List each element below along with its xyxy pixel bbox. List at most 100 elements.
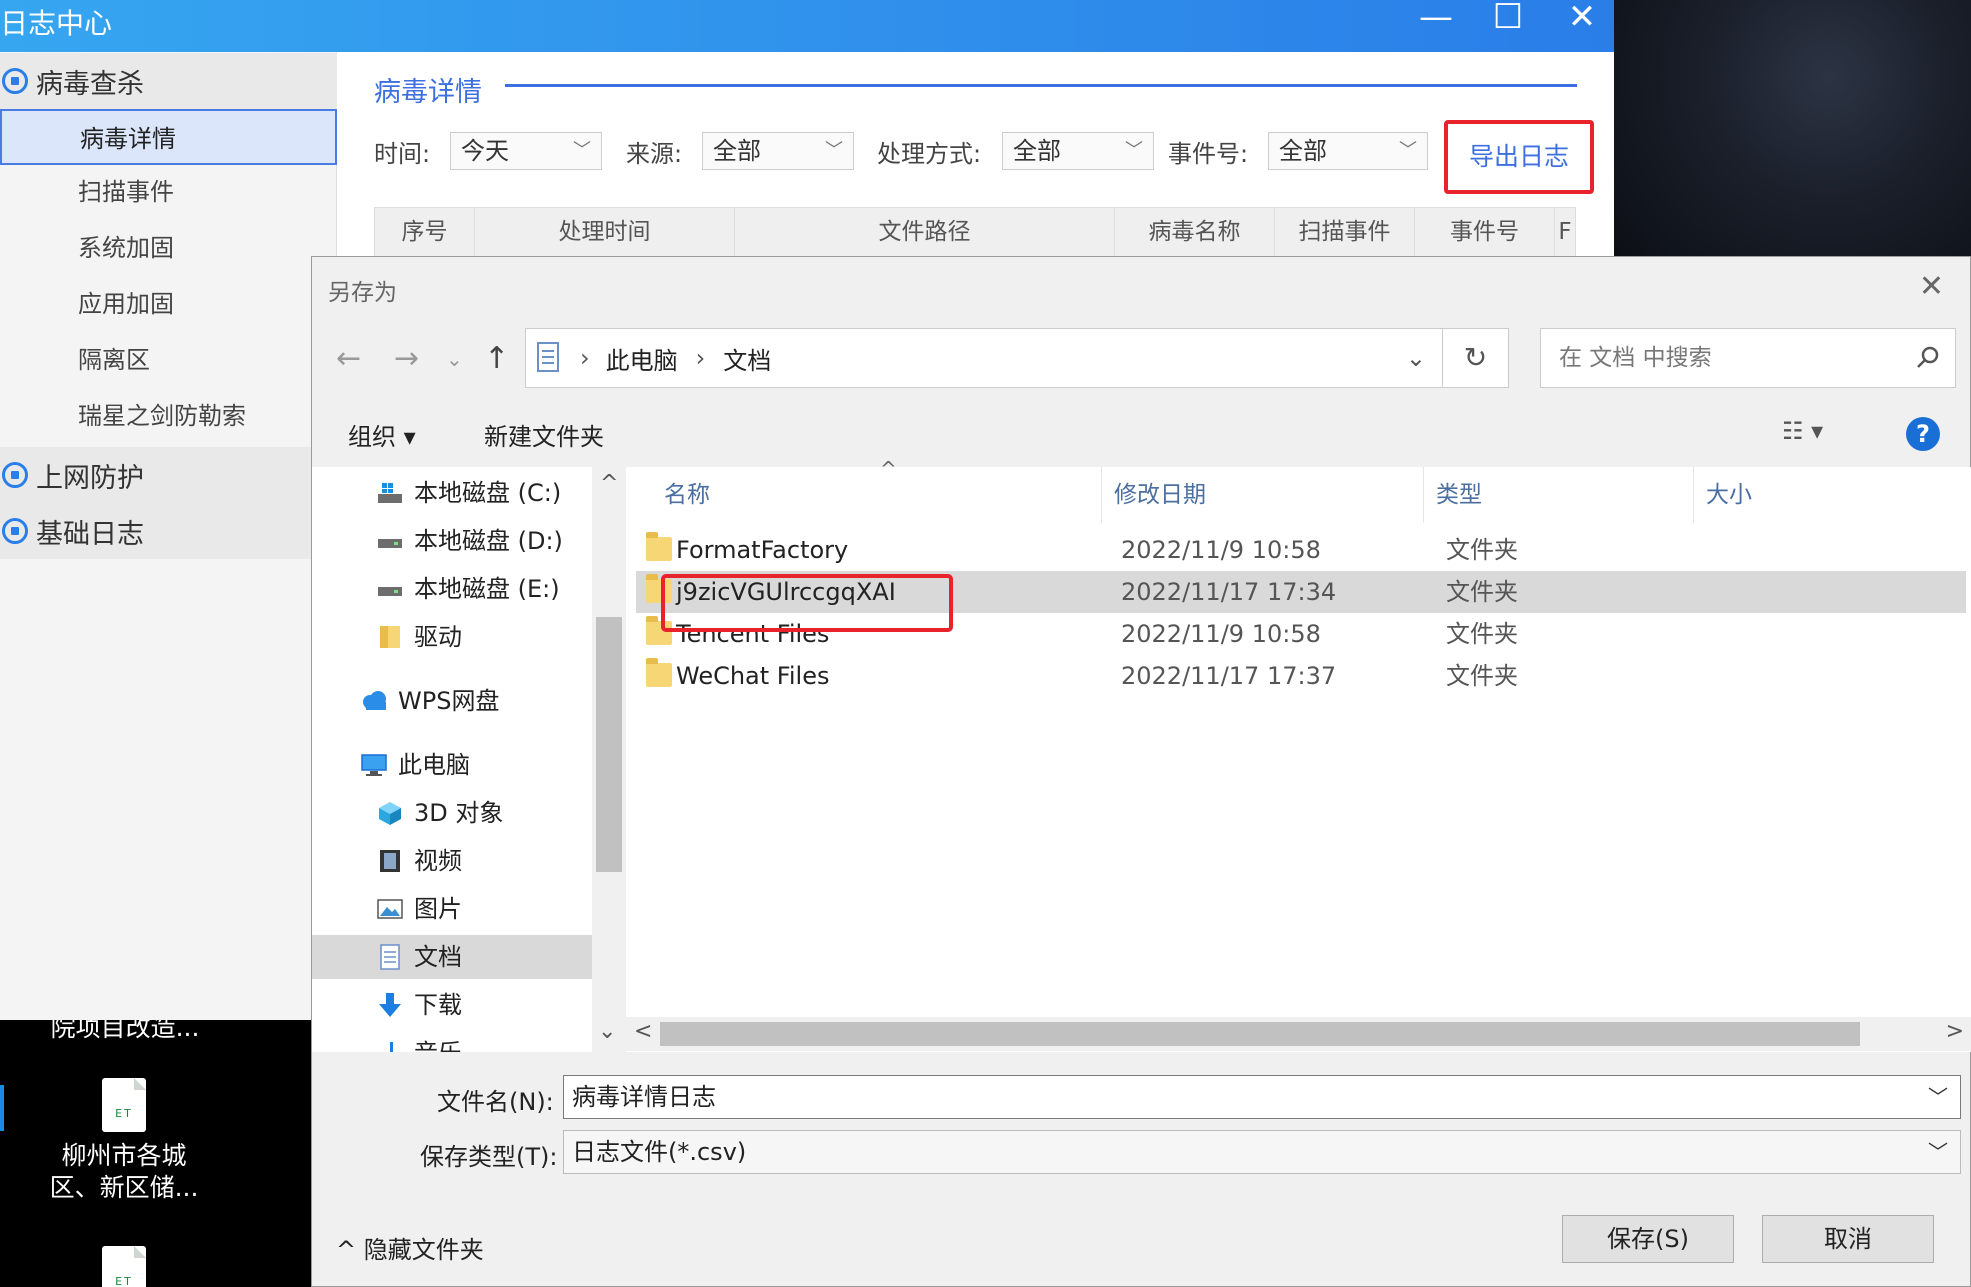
sidebar-item-virus-details[interactable]: 病毒详情 xyxy=(0,109,337,165)
tree-item-documents[interactable]: 文档 xyxy=(312,935,592,979)
sidebar-item-quarantine[interactable]: 隔离区 xyxy=(0,332,337,388)
desktop-icon-spreadsheet[interactable]: ET 柳州市各城 区、新区储... xyxy=(34,1078,214,1204)
spreadsheet-file-icon: ET xyxy=(102,1246,146,1287)
navigation-scrollbar[interactable]: ^ ⌄ xyxy=(592,467,624,1052)
column-header-event-id[interactable]: 事件号 xyxy=(1415,208,1555,256)
sidebar-group-label: 上网防护 xyxy=(36,462,144,494)
sidebar-item-system-hardening[interactable]: 系统加固 xyxy=(0,220,337,276)
tree-item-label: 文档 xyxy=(414,943,462,971)
save-button[interactable]: 保存(S) xyxy=(1562,1215,1734,1263)
column-header-name[interactable]: 名称 xyxy=(626,467,1102,523)
drive-c-icon xyxy=(378,483,402,503)
cancel-button[interactable]: 取消 xyxy=(1762,1215,1934,1263)
column-header-index[interactable]: 序号 xyxy=(375,208,475,256)
new-folder-button[interactable]: 新建文件夹 xyxy=(484,417,604,452)
video-icon xyxy=(380,850,400,872)
tree-item-this-pc[interactable]: 此电脑 xyxy=(312,743,592,787)
maximize-button[interactable]: ☐ xyxy=(1476,0,1540,34)
tree-item-label: 本地磁盘 (E:) xyxy=(414,575,560,603)
sidebar-group-web-protection[interactable]: 上网防护 xyxy=(0,447,337,503)
highlight-box xyxy=(661,574,953,632)
title-underline xyxy=(505,84,1577,87)
chevron-down-icon[interactable]: ﹀ xyxy=(1928,1076,1948,1118)
scroll-left-arrow[interactable]: < xyxy=(634,1019,652,1044)
column-header-virus-name[interactable]: 病毒名称 xyxy=(1115,208,1275,256)
column-header-scan-event[interactable]: 扫描事件 xyxy=(1275,208,1415,256)
tree-item-label: 下载 xyxy=(414,991,462,1019)
recent-locations-button[interactable]: ⌄ xyxy=(446,347,463,371)
time-filter-select[interactable]: 今天 ﹀ xyxy=(450,132,602,170)
dialog-close-button[interactable]: ✕ xyxy=(1919,269,1944,304)
file-row[interactable]: WeChat Files 2022/11/17 17:37 文件夹 xyxy=(636,655,1966,697)
search-input[interactable]: 在 文档 中搜索 xyxy=(1540,328,1956,388)
file-type: 文件夹 xyxy=(1446,578,1518,606)
chevron-down-icon: ﹀ xyxy=(1125,140,1143,161)
sidebar-item-app-hardening[interactable]: 应用加固 xyxy=(0,276,337,332)
sidebar-item-scan-events[interactable]: 扫描事件 xyxy=(0,164,337,220)
desktop-icon-spreadsheet-2[interactable]: ET xyxy=(34,1246,214,1287)
tree-item-3d-objects[interactable]: 3D 对象 xyxy=(312,791,592,835)
minimize-button[interactable]: — xyxy=(1404,0,1468,34)
tree-item-label: 视频 xyxy=(414,847,462,875)
view-options-button[interactable]: ☷ ▾ xyxy=(1782,417,1823,445)
save-as-dialog: 另存为 ✕ ← → ⌄ ↑ › 此电脑 › 文档 ⌄ ↻ 在 文档 中搜索 组织… xyxy=(311,256,1971,1287)
column-header-date[interactable]: 修改日期 xyxy=(1102,467,1424,523)
page-title: 病毒详情 xyxy=(374,77,482,108)
forward-button[interactable]: → xyxy=(394,341,419,376)
music-icon xyxy=(390,1042,393,1052)
tree-item-videos[interactable]: 视频 xyxy=(312,839,592,883)
close-button[interactable]: ✕ xyxy=(1550,0,1614,34)
file-type: 文件夹 xyxy=(1446,662,1518,690)
breadcrumb-documents[interactable]: 文档 xyxy=(723,341,771,376)
scroll-thumb[interactable] xyxy=(660,1022,1860,1046)
breadcrumb-separator: › xyxy=(695,344,706,372)
virus-scan-icon xyxy=(2,68,28,94)
scroll-down-arrow[interactable]: ⌄ xyxy=(598,1019,616,1044)
tree-item-label: 驱动 xyxy=(414,623,462,651)
refresh-button[interactable]: ↻ xyxy=(1443,328,1509,388)
address-dropdown-button[interactable]: ⌄ xyxy=(1406,344,1426,372)
scroll-up-arrow[interactable]: ^ xyxy=(600,471,618,496)
organize-menu[interactable]: 组织 ▾ xyxy=(348,417,416,452)
computer-icon xyxy=(361,754,387,776)
export-log-button[interactable]: 导出日志 xyxy=(1444,120,1594,194)
tree-item-label: WPS网盘 xyxy=(398,687,500,715)
title-bar: 日志中心 — ☐ ✕ xyxy=(0,0,1614,52)
column-header-size[interactable]: 大小 xyxy=(1694,467,1964,523)
file-list: ^ 名称 修改日期 类型 大小 FormatFactory 2022/11/9 … xyxy=(626,457,1971,1052)
column-header-more[interactable]: F xyxy=(1555,208,1575,256)
hide-folders-toggle[interactable]: ^ 隐藏文件夹 xyxy=(336,1230,484,1265)
drive-icon xyxy=(378,539,402,548)
help-icon[interactable]: ? xyxy=(1906,417,1940,451)
column-header-path[interactable]: 文件路径 xyxy=(735,208,1115,256)
scroll-right-arrow[interactable]: > xyxy=(1946,1019,1964,1044)
column-header-time[interactable]: 处理时间 xyxy=(475,208,735,256)
tree-item-drive-d[interactable]: 本地磁盘 (D:) xyxy=(312,519,592,563)
sidebar-group-basic-logs[interactable]: 基础日志 xyxy=(0,503,337,559)
tree-item-drivers[interactable]: 驱动 xyxy=(312,615,592,659)
tree-item-wps-cloud[interactable]: WPS网盘 xyxy=(312,679,592,723)
breadcrumb-this-pc[interactable]: 此电脑 xyxy=(606,341,678,376)
back-button[interactable]: ← xyxy=(336,341,361,376)
event-filter-select[interactable]: 全部 ﹀ xyxy=(1268,132,1428,170)
up-folder-button[interactable]: ↑ xyxy=(484,341,509,376)
chevron-down-icon: ﹀ xyxy=(1928,1140,1948,1164)
tree-item-downloads[interactable]: 下载 xyxy=(312,983,592,1027)
scroll-thumb[interactable] xyxy=(596,617,622,872)
search-icon xyxy=(1917,346,1939,368)
tree-item-drive-e[interactable]: 本地磁盘 (E:) xyxy=(312,567,592,611)
tree-item-pictures[interactable]: 图片 xyxy=(312,887,592,931)
horizontal-scrollbar[interactable]: < > xyxy=(626,1017,1971,1051)
column-header-type[interactable]: 类型 xyxy=(1424,467,1694,523)
sidebar-group-virus-scan[interactable]: 病毒查杀 xyxy=(0,53,337,109)
address-bar[interactable]: › 此电脑 › 文档 ⌄ xyxy=(525,328,1443,388)
filename-input[interactable]: 病毒详情日志 ﹀ xyxy=(563,1075,1961,1119)
file-row[interactable]: FormatFactory 2022/11/9 10:58 文件夹 xyxy=(636,529,1966,571)
tree-item-drive-c[interactable]: 本地磁盘 (C:) xyxy=(312,471,592,515)
method-filter-select[interactable]: 全部 ﹀ xyxy=(1002,132,1154,170)
sidebar-item-anti-ransomware[interactable]: 瑞星之剑防勒索 xyxy=(0,388,337,444)
folder-icon xyxy=(646,658,672,687)
source-filter-select[interactable]: 全部 ﹀ xyxy=(702,132,854,170)
tree-item-music[interactable]: 音乐 xyxy=(312,1031,592,1052)
filetype-select[interactable]: 日志文件(*.csv) ﹀ xyxy=(563,1130,1961,1174)
